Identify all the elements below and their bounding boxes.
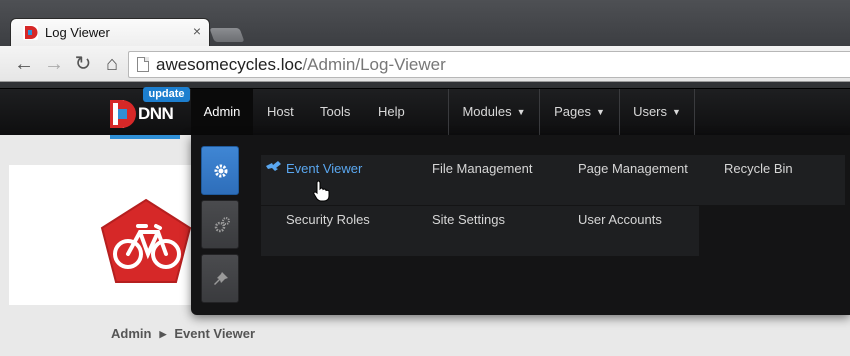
common-settings-button[interactable]	[201, 146, 239, 195]
breadcrumb-separator-icon: ▶	[159, 329, 167, 339]
menu-item-label: Page Management	[578, 161, 688, 176]
bicycle-logo-icon[interactable]	[100, 198, 192, 284]
menu-item-label: File Management	[432, 161, 533, 176]
menu-item-user-accounts[interactable]: User Accounts	[553, 206, 699, 256]
menu-help[interactable]: Help	[378, 89, 405, 135]
browser-titlebar: Log Viewer × ← → ↻ ⌂ awesomecycles.loc/A…	[0, 0, 850, 88]
menu-item-security-roles[interactable]: Security Roles	[261, 206, 407, 256]
url-text: awesomecycles.loc/Admin/Log-Viewer	[156, 55, 446, 75]
dnn-favicon-icon	[23, 25, 38, 40]
new-tab-button[interactable]	[209, 28, 245, 42]
breadcrumb-current: Event Viewer	[174, 326, 256, 341]
update-badge[interactable]: update	[143, 87, 190, 102]
menu-item-label: Security Roles	[286, 212, 370, 227]
url-path: /Admin/Log-Viewer	[302, 55, 446, 74]
modules-label: Modules	[462, 104, 512, 119]
pages-dropdown[interactable]: Pages ▼	[539, 89, 619, 135]
menu-item-label: User Accounts	[578, 212, 662, 227]
back-icon[interactable]: ←	[12, 52, 36, 76]
modules-dropdown[interactable]: Modules ▼	[448, 89, 539, 135]
reload-icon[interactable]: ↻	[71, 52, 95, 76]
breadcrumb-root[interactable]: Admin	[111, 326, 151, 341]
pinned-items-button[interactable]	[201, 254, 239, 303]
menu-admin[interactable]: Admin	[191, 89, 253, 135]
tab-title: Log Viewer	[45, 25, 110, 40]
pin-icon	[214, 272, 228, 285]
dnn-logo-text: DNN	[138, 104, 174, 123]
menu-item-page-management[interactable]: Page Management	[553, 155, 699, 205]
page-icon	[137, 57, 149, 72]
tab-close-icon[interactable]: ×	[193, 23, 201, 39]
url-host: awesomecycles.loc	[156, 55, 303, 74]
menu-tools[interactable]: Tools	[320, 89, 350, 135]
browser-toolbar: ← → ↻ ⌂ awesomecycles.loc/Admin/Log-View…	[0, 46, 850, 82]
menu-item-file-management[interactable]: File Management	[407, 155, 553, 205]
hand-cursor-icon	[313, 180, 330, 202]
menu-item-label: Event Viewer	[286, 161, 363, 176]
home-icon[interactable]: ⌂	[100, 52, 124, 76]
gear-icon	[214, 164, 228, 178]
browser-tab[interactable]: Log Viewer ×	[10, 18, 210, 46]
menu-item-recycle-bin[interactable]: Recycle Bin	[699, 155, 845, 205]
menu-item-label: Site Settings	[432, 212, 505, 227]
dnn-logo-icon	[110, 100, 136, 128]
dnn-control-bar: DNN Admin Host Tools Help Modules ▼ Pages…	[0, 88, 850, 139]
logo-underline	[110, 135, 180, 139]
breadcrumb: Admin ▶ Event Viewer	[111, 326, 255, 341]
caret-down-icon: ▼	[672, 107, 681, 117]
pinned-icon	[266, 161, 281, 171]
caret-down-icon: ▼	[595, 107, 605, 117]
pages-label: Pages	[554, 104, 591, 119]
caret-down-icon: ▼	[516, 107, 526, 117]
address-bar[interactable]: awesomecycles.loc/Admin/Log-Viewer	[128, 51, 850, 78]
forward-icon[interactable]: →	[42, 52, 66, 76]
menu-item-site-settings[interactable]: Site Settings	[407, 206, 553, 256]
gears-icon	[214, 217, 230, 233]
users-dropdown[interactable]: Users ▼	[619, 89, 695, 135]
users-label: Users	[633, 104, 668, 119]
menu-item-event-viewer[interactable]: Event Viewer	[261, 155, 407, 205]
advanced-settings-button[interactable]	[201, 200, 239, 249]
menu-item-label: Recycle Bin	[724, 161, 793, 176]
menu-host[interactable]: Host	[267, 89, 294, 135]
admin-mega-menu: Event Viewer File Management Page Manage…	[191, 135, 850, 315]
